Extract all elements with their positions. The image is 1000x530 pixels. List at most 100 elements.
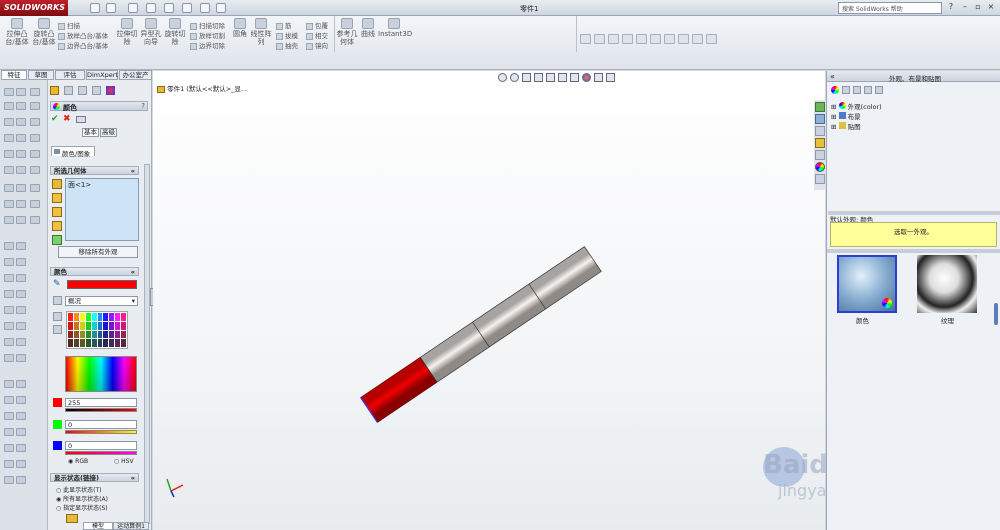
new-file-icon[interactable] [90,3,100,13]
revolve-boss-button[interactable]: 旋转凸台/基体 [32,18,56,46]
palette-swatch[interactable] [109,330,115,339]
options-icon[interactable] [216,3,226,13]
palette-swatch[interactable] [121,330,126,339]
sketch-tool-icon[interactable] [4,354,14,362]
draft-button[interactable]: 拔模 [276,30,298,40]
tree-item-appearances[interactable]: ⊞ 外观(color) [831,102,882,112]
palette-swatch[interactable] [91,321,97,330]
extrude-cut-button[interactable]: 拉伸切除 [116,18,138,46]
palette-swatch[interactable] [85,330,91,339]
view-tool-icon[interactable] [580,34,591,44]
thumb-texture[interactable] [917,255,977,313]
ref-geometry-button[interactable]: 参考几何体 [336,18,358,46]
palette-swatch[interactable] [85,339,91,347]
appearances-tab-icon[interactable] [815,162,825,172]
palette-swatch[interactable] [73,330,79,339]
face-filter-icon[interactable] [52,193,62,203]
sketch-tool-icon[interactable] [4,200,14,208]
wrap-button[interactable]: 包覆 [306,20,328,30]
rebuild-icon[interactable] [200,3,210,13]
palette-swatch[interactable] [103,313,109,321]
sketch-tool-icon[interactable] [16,134,26,142]
cylinder-part[interactable] [360,246,602,423]
help-icon[interactable]: ? [946,3,956,12]
palette-swatch[interactable] [85,313,91,321]
sketch-tool-icon[interactable] [4,306,14,314]
palette-swatch[interactable] [91,330,97,339]
boundary-cut-button[interactable]: 边界切除 [190,40,225,50]
sketch-tool-icon[interactable] [4,88,14,96]
remove-swatch-icon[interactable] [53,325,62,334]
sketch-tool-icon[interactable] [4,444,14,452]
body-filter-icon[interactable] [52,221,62,231]
view-tool-icon[interactable] [594,34,605,44]
color-palette[interactable] [66,311,128,349]
red-slider[interactable] [65,408,137,412]
sketch-tool-icon[interactable] [16,242,26,250]
design-library-tab-icon[interactable] [815,114,825,124]
sketch-tool-icon[interactable] [16,460,26,468]
sketch-tool-icon[interactable] [16,184,26,192]
display-state-option-all[interactable]: ◉ 所有显示状态(A) [56,494,108,503]
cylinder-body[interactable] [419,246,602,383]
palette-swatch[interactable] [97,321,103,330]
thumb-color[interactable] [837,255,897,313]
print-icon[interactable] [146,3,156,13]
linear-pattern-button[interactable]: 线性阵列 [250,18,272,46]
view-tool-icon[interactable] [678,34,689,44]
close-icon[interactable]: × [986,3,996,12]
sketch-tool-icon[interactable] [4,396,14,404]
sketch-tool-icon[interactable] [16,166,26,174]
blue-slider[interactable] [65,451,137,455]
sketch-tool-icon[interactable] [4,102,14,110]
tab-dimxpert[interactable]: DimXpert [86,70,118,80]
list-item[interactable]: 面<1> [68,181,91,189]
palette-swatch[interactable] [79,339,85,347]
sketch-tool-icon[interactable] [16,338,26,346]
sketch-tool-icon[interactable] [16,412,26,420]
advanced-mode-button[interactable]: 高级 [100,128,117,137]
appearances-icon[interactable] [831,86,839,94]
sketch-tool-icon[interactable] [16,428,26,436]
view-tool-icon[interactable] [664,34,675,44]
sketch-tool-icon[interactable] [4,118,14,126]
sketch-tool-icon[interactable] [30,166,40,174]
sketch-tool-icon[interactable] [16,274,26,282]
select-icon[interactable] [182,3,192,13]
sketch-tool-icon[interactable] [16,102,26,110]
sketch-tool-icon[interactable] [4,476,14,484]
swatch-library-icon[interactable] [53,296,62,305]
selected-geometry-header[interactable]: 所选几何体 « [50,166,139,175]
sketch-tool-icon[interactable] [4,274,14,282]
sketch-tool-icon[interactable] [16,476,26,484]
dimxpert-manager-icon[interactable] [92,86,101,95]
mirror-button[interactable]: 镜向 [306,40,328,50]
red-value-input[interactable]: 255 [65,398,137,407]
sketch-tool-icon[interactable] [30,216,40,224]
tool-icon[interactable] [875,86,883,94]
display-manager-icon[interactable] [106,86,115,95]
tab-features[interactable]: 特征 [1,70,27,80]
selected-geometry-list[interactable]: 面<1> [65,178,139,241]
loft-boss-button[interactable]: 放样凸台/基体 [58,30,108,40]
palette-swatch[interactable] [109,339,115,347]
fillet-button[interactable]: 圆角 [232,18,248,38]
hsv-radio[interactable]: ○ HSV [114,458,134,465]
display-state-option-specify[interactable]: ○ 指定显示状态(S) [56,503,108,512]
solidworks-logo[interactable]: SOLIDWORKS [0,0,68,16]
palette-swatch[interactable] [79,330,85,339]
sketch-tool-icon[interactable] [4,166,14,174]
tool-icon[interactable] [864,86,872,94]
tab-model[interactable]: 模型 [83,522,113,530]
palette-swatch[interactable] [73,339,79,347]
sketch-tool-icon[interactable] [16,200,26,208]
tab-color-image[interactable]: 颜色/图象 [51,146,95,158]
hole-wizard-button[interactable]: 异型孔向导 [140,18,162,46]
graphics-area[interactable]: 零件1 (默认<<默认>_显... Baidu经验 jingyan.baidu.… [153,71,926,530]
palette-swatch[interactable] [115,321,121,330]
tool-icon[interactable] [853,86,861,94]
color-spectrum[interactable] [65,356,137,392]
sketch-tool-icon[interactable] [16,380,26,388]
intersect-button[interactable]: 相交 [306,30,328,40]
clear-filter-icon[interactable] [52,235,62,245]
